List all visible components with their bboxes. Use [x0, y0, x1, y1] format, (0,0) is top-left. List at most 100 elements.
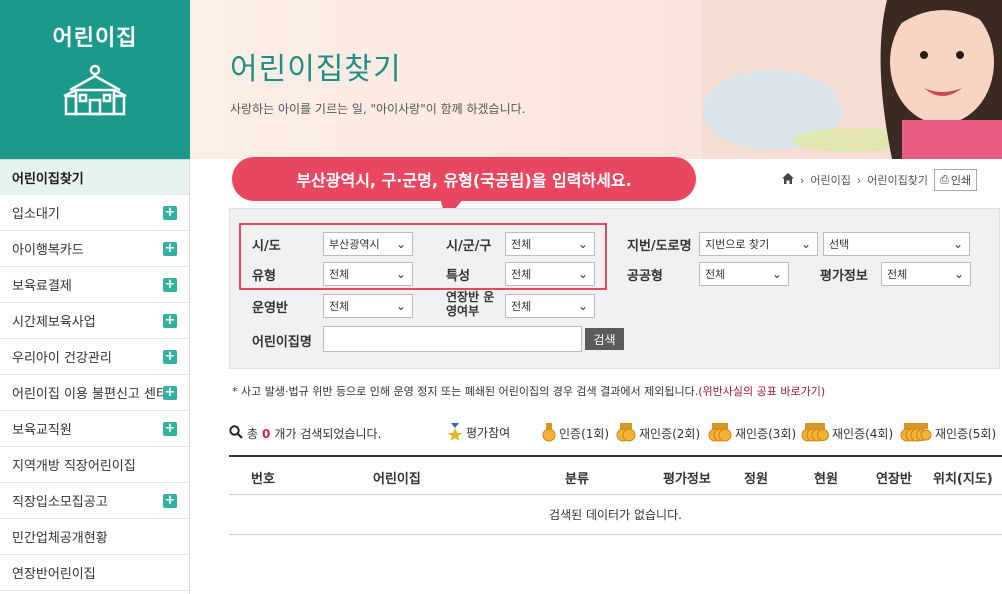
page-banner: 어린이집찾기 사랑하는 아이를 기르는 일, "아이사랑"이 함께 하겠습니다. — [190, 0, 1002, 159]
sidebar-item[interactable]: 보육교직원 + — [0, 411, 189, 447]
breadcrumb-item[interactable]: 어린이집찾기 — [867, 172, 928, 188]
chevron-down-icon: ⌄ — [577, 299, 588, 313]
medal-icon — [801, 423, 829, 443]
extended-select[interactable]: 전체 ⌄ — [505, 294, 595, 318]
col-daycare: 어린이집 — [373, 472, 421, 487]
sidebar-item-label: 연장반어린이집 — [12, 567, 96, 582]
notice-text: * 사고 발생·법규 위반 등으로 인해 운영 정지 또는 폐쇄된 어린이집의 … — [232, 385, 699, 398]
plus-icon[interactable]: + — [163, 314, 177, 328]
chevron-down-icon: ⌄ — [395, 237, 406, 251]
jibun-detail-select[interactable]: 선택 ⌄ — [823, 232, 970, 256]
print-label: 인쇄 — [950, 174, 972, 187]
breadcrumb: › 어린이집 › 어린이집찾기 ⎙ 인쇄 — [782, 169, 978, 191]
instruction-callout: 부산광역시, 구·군명, 유형(국공립)을 입력하세요. — [232, 157, 696, 201]
sidebar-item[interactable]: 지역개방 직장어린이집 — [0, 447, 189, 483]
sidebar-item-label: 우리아이 건강관리 — [12, 351, 112, 366]
class-select[interactable]: 전체 ⌄ — [323, 294, 413, 318]
banner-child-illustration — [702, 0, 1002, 159]
sido-label: 시/도 — [252, 239, 281, 254]
sidebar-item[interactable]: 민간업체공개현황 — [0, 519, 189, 555]
plus-icon[interactable]: + — [163, 350, 177, 364]
sidebar-item[interactable]: 시간제보육사업 + — [0, 303, 189, 339]
sidebar-header: 어린이집 — [0, 0, 190, 159]
type-select[interactable]: 전체 ⌄ — [323, 262, 413, 286]
chevron-right-icon: › — [800, 173, 805, 187]
sidebar-item-label: 어린이집찾기 — [12, 171, 84, 187]
sidebar-item[interactable]: 입소대기 + — [0, 195, 189, 231]
violation-link[interactable]: (위반사실의 공표 바로가기) — [698, 385, 825, 398]
sido-select[interactable]: 부산광역시 ⌄ — [323, 232, 413, 256]
eval-label: 평가정보 — [820, 269, 868, 284]
star-badge-icon — [447, 423, 463, 441]
feature-select[interactable]: 전체 ⌄ — [505, 262, 595, 286]
chevron-down-icon: ⌄ — [395, 299, 406, 313]
class-label: 운영반 — [252, 301, 288, 316]
col-number: 번호 — [251, 472, 275, 487]
medal-icon — [616, 423, 636, 443]
sidebar-item-label: 민간업체공개현황 — [12, 531, 108, 546]
plus-icon[interactable]: + — [163, 278, 177, 292]
results-table-header: 번호 어린이집 분류 평가정보 정원 현원 연장반 위치(지도) — [229, 455, 1002, 495]
sido-value: 부산광역시 — [329, 238, 380, 251]
sidebar-item-label: 어린이집 이용 불편신고 센터 — [12, 387, 168, 402]
chevron-down-icon: ⌄ — [800, 237, 811, 251]
sigungu-label: 시/군/구 — [446, 239, 492, 254]
sidebar-item[interactable]: 연장반어린이집 — [0, 555, 189, 591]
legend-item: 인증(1회) — [542, 423, 609, 443]
sidebar-item-label: 보육교직원 — [12, 423, 72, 438]
sidebar-item[interactable]: 어린이집 이용 불편신고 센터 + — [0, 375, 189, 411]
sidebar-item[interactable]: 보육료결제 + — [0, 267, 189, 303]
jibun-label: 지번/도로명 — [627, 239, 692, 254]
page-subtitle: 사랑하는 아이를 기르는 일, "아이사랑"이 함께 하겠습니다. — [230, 102, 526, 116]
chevron-down-icon: ⌄ — [577, 267, 588, 281]
name-input[interactable] — [323, 326, 582, 352]
legend-label: 재인증(2회) — [639, 426, 701, 441]
print-button[interactable]: ⎙ 인쇄 — [934, 169, 978, 191]
public-label: 공공형 — [627, 269, 663, 284]
legend-label: 재인증(4회) — [832, 426, 894, 441]
plus-icon[interactable]: + — [163, 494, 177, 508]
legend-item: 평가참여 — [447, 423, 510, 441]
sidebar-item[interactable]: 직장입소모집공고 + — [0, 483, 189, 519]
plus-icon[interactable]: + — [163, 242, 177, 256]
home-icon[interactable] — [782, 173, 794, 187]
extended-label: 연장반 운영여부 — [446, 290, 495, 318]
chevron-down-icon: ⌄ — [395, 267, 406, 281]
col-evaluation: 평가정보 — [663, 472, 711, 487]
jibun-select[interactable]: 지번으로 찾기 ⌄ — [699, 232, 818, 256]
chevron-down-icon: ⌄ — [771, 267, 782, 281]
plus-icon[interactable]: + — [163, 206, 177, 220]
sidebar-item[interactable]: 아이행복카드 + — [0, 231, 189, 267]
count-number: 0 — [262, 426, 271, 441]
print-icon: ⎙ — [940, 173, 949, 186]
public-select[interactable]: 전체 ⌄ — [699, 262, 789, 286]
sidebar-item[interactable]: 우리아이 건강관리 + — [0, 339, 189, 375]
feature-value: 전체 — [511, 268, 532, 281]
sidebar-item[interactable]: 어린이집찾기 — [0, 159, 189, 195]
class-value: 전체 — [329, 300, 350, 313]
sidebar-item-label: 보육료결제 — [12, 279, 72, 294]
empty-message: 검색된 데이터가 없습니다. — [229, 495, 1002, 535]
result-count: 총 0 개가 검색되었습니다. — [229, 425, 381, 442]
legend-label: 인증(1회) — [559, 426, 610, 441]
daycare-building-icon — [62, 64, 128, 122]
plus-icon[interactable]: + — [163, 386, 177, 400]
col-extended: 연장반 — [876, 472, 912, 487]
eval-value: 전체 — [887, 268, 908, 281]
legend-label: 재인증(5회) — [935, 426, 997, 441]
plus-icon[interactable]: + — [163, 422, 177, 436]
sidebar-title: 어린이집 — [52, 26, 138, 51]
sidebar-item-label: 시간제보육사업 — [12, 315, 96, 330]
sidebar-item-label: 지역개방 직장어린이집 — [12, 459, 136, 474]
page-title: 어린이집찾기 — [230, 52, 402, 87]
sigungu-select[interactable]: 전체 ⌄ — [505, 232, 595, 256]
medal-icon — [542, 423, 556, 443]
search-button[interactable]: 검색 — [585, 328, 624, 350]
type-label: 유형 — [252, 269, 276, 284]
eval-select[interactable]: 전체 ⌄ — [881, 262, 971, 286]
count-suffix: 개가 검색되었습니다. — [274, 427, 382, 441]
legend-label: 재인증(3회) — [735, 426, 797, 441]
breadcrumb-item[interactable]: 어린이집 — [810, 172, 850, 188]
type-value: 전체 — [329, 268, 350, 281]
chevron-down-icon: ⌄ — [577, 237, 588, 251]
